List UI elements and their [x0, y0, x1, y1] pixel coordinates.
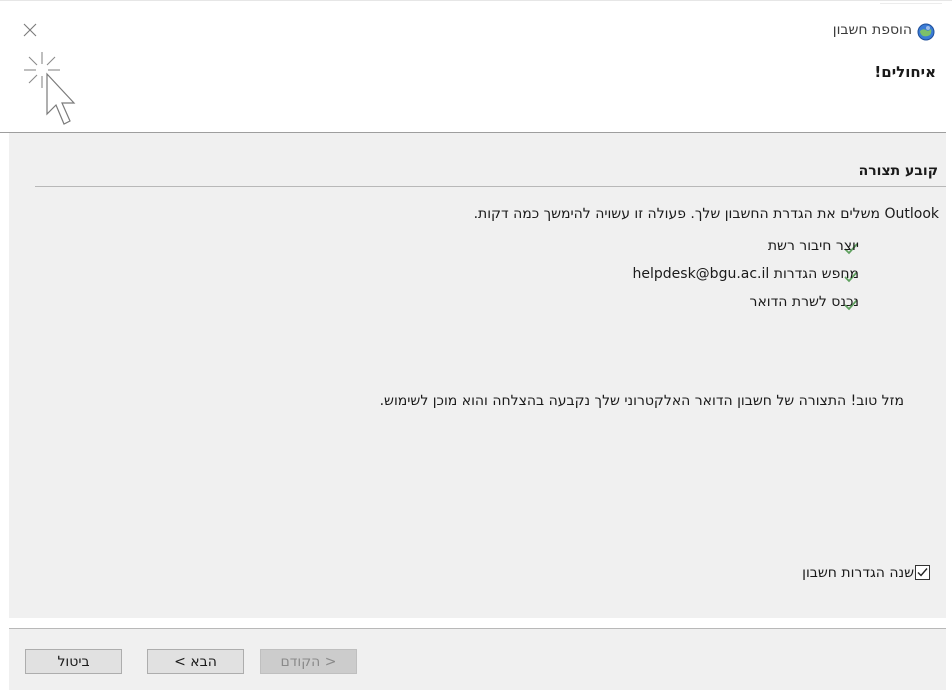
success-heading: איחולים!: [874, 63, 936, 81]
step-label: נכנס לשרת הדואר: [749, 294, 859, 310]
next-button[interactable]: הבא >: [147, 649, 244, 674]
change-settings-checkbox[interactable]: [915, 565, 930, 580]
step-label: יוצר חיבור רשת: [767, 238, 859, 254]
cancel-button[interactable]: ביטול: [25, 649, 122, 674]
step-label: מחפש הגדרות helpdesk@bgu.ac.il: [632, 266, 859, 282]
window-top-border: [0, 0, 952, 1]
intro-text: Outlook משלים את הגדרת החשבון שלך. פעולה…: [473, 206, 939, 222]
outlook-account-icon: [917, 23, 935, 41]
close-icon[interactable]: [20, 20, 42, 42]
sparkle-cursor-icon: [22, 50, 82, 128]
back-button[interactable]: < הקודם: [260, 649, 357, 674]
section-divider: [35, 186, 946, 187]
success-message: מזל טוב! התצורה של חשבון הדואר האלקטרוני…: [379, 393, 904, 409]
window-top-accent: [880, 3, 942, 4]
window-title: הוספת חשבון: [832, 22, 912, 38]
change-settings-label[interactable]: שנה הגדרות חשבון: [802, 565, 914, 581]
section-title: קובע תצורה: [858, 163, 938, 179]
